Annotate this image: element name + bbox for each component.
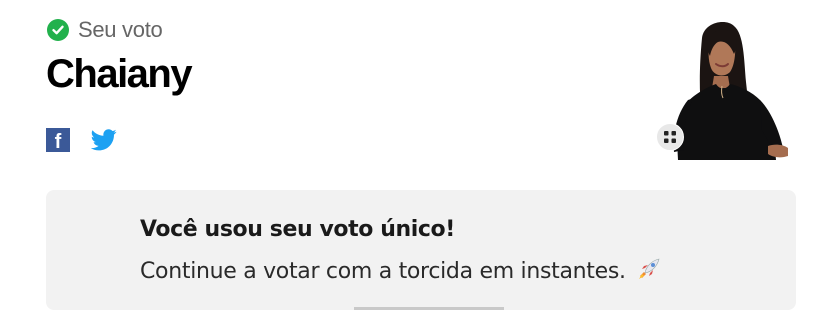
- share-row: f: [46, 128, 117, 152]
- vote-label: Seu voto: [78, 17, 163, 42]
- notice-text-row: Continue a votar com a torcida em instan…: [140, 256, 662, 284]
- notice-text: Continue a votar com a torcida em instan…: [140, 259, 626, 284]
- facebook-glyph: f: [54, 131, 62, 153]
- check-circle-icon: [47, 19, 69, 41]
- vote-used-notice: Você usou seu voto único! Continue a vot…: [46, 190, 796, 310]
- vote-header: Seu voto: [47, 17, 163, 43]
- expand-photo-button[interactable]: [656, 123, 684, 151]
- notice-progress-bar: [354, 307, 504, 310]
- rocket-icon: [639, 258, 660, 279]
- twitter-share-icon[interactable]: [91, 129, 117, 151]
- participant-name: Chaiany: [46, 52, 193, 96]
- notice-title: Você usou seu voto único!: [140, 217, 455, 242]
- expand-icon: [664, 131, 676, 143]
- facebook-share-icon[interactable]: f: [46, 128, 70, 152]
